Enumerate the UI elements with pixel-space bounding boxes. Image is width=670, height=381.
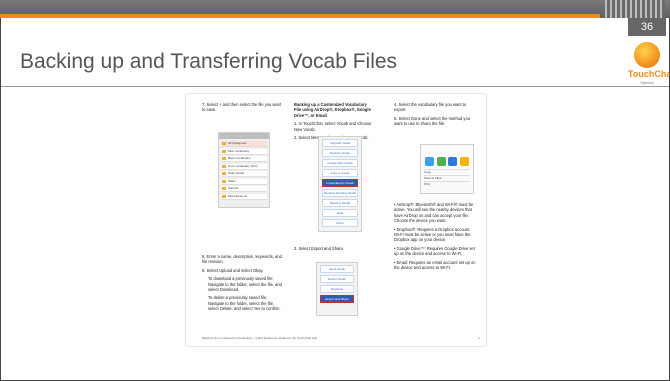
file-row: Misc vocabulary [221,148,267,155]
share-item: Send Vocab [320,265,354,273]
doc-bullet-airdrop: • AirDrop®: Bluetooth® and Wi-Fi® must b… [394,202,474,224]
page-number-box: 36 [628,18,666,36]
accent-stripe [0,14,600,18]
doc-step-5: 5. Select Done and select the method you… [394,115,471,127]
title-divider [0,86,670,87]
logo-icon [634,42,660,68]
doc-step-9: 9. Select Upload and select Okay. [202,267,264,273]
file-list-screenshot: All Categories Misc vocabulary Basic voc… [218,132,270,208]
file-row: Sample [221,186,267,192]
doc-step-3-wrap: 3. Select Export and Share. [294,246,374,254]
share-row: Print [424,181,470,187]
share-app-icons [424,157,470,166]
doc-bullet-email: • Email: Requires an email account set u… [394,259,476,271]
file-list-header [219,133,269,139]
doc-step-1: 1. In TouchChat, select Vocab and Choose… [294,121,372,132]
doc-step-8: 8. Enter a name, description, keywords, … [202,254,282,265]
share-item: Duplicate [320,285,354,293]
menu-item-highlighted: Import/Export Vocab [322,179,358,187]
page-number: 36 [640,21,654,33]
file-row: Miscellaneous [221,193,267,200]
decorative-stripes [605,0,665,18]
touchchat-logo: TouchChat Speech [628,40,670,90]
slide-border-left [0,18,1,381]
slide-title: Backing up and Transferring Vocab Files [20,50,398,73]
slide: 36 Backing up and Transferring Vocab Fil… [0,0,670,381]
share-item: Export Vocab [320,275,354,283]
share-sheet-screenshot: Copy Save to Files Print [420,144,474,194]
file-row: Core vocabulary (first) [221,163,267,170]
menu-item: Upgrade Vocab [322,139,358,147]
share-item-highlighted: Export and Share [320,295,354,303]
doc-column-1-lower: 8. Enter a name, description, keywords, … [202,254,282,315]
doc-step-4: 4. Select the vocabulary file you want t… [394,102,467,113]
menu-item: Copy a Vocab [322,169,358,177]
doc-column-3: 4. Select the vocabulary file you want t… [394,102,476,130]
doc-note-delete: To delete a previously saved file: Navig… [208,295,281,312]
menu-item: Restore Vocab [322,149,358,157]
share-screenshot: Send Vocab Export Vocab Duplicate Export… [316,262,358,316]
file-row: All Categories [221,141,267,147]
doc-step-7: 7. Select + and then select the file you… [202,102,282,113]
doc-bullet-drive: • Google Drive™: Requires Google Drive s… [394,245,475,257]
doc-footer-page: 2 [478,336,480,340]
messages-icon [436,157,446,166]
logo-sub: Speech [640,80,654,85]
airdrop-icon [425,157,435,166]
menu-item: Create New Vocab [322,159,358,167]
mail-icon [448,157,458,166]
doc-column-1: 7. Select + and then select the file you… [202,102,282,116]
file-row: Daily Needs [221,171,267,177]
doc-heading: Backing up a Customized Vocabulary File … [294,102,371,118]
menu-item: Rename Existing Vocab [322,189,358,197]
doc-bullets: • AirDrop®: Bluetooth® and Wi-Fi® must b… [394,202,476,273]
doc-bullet-dropbox: • Dropbox®: Requires a Dropbox account. … [394,226,471,243]
document-image: 7. Select + and then select the file you… [186,94,486,346]
doc-footer-left: Backing Up a Customized Vocabulary – Qui… [202,336,318,340]
menu-item: Delete A Vocab [322,199,358,207]
menu-screenshot: Upgrade Vocab Restore Vocab Create New V… [318,136,362,232]
menu-item: Help [322,209,358,217]
logo-name: TouchChat [628,69,670,79]
doc-note-download: To download a previously saved file: Nav… [208,276,282,293]
menu-item: Done [322,219,358,227]
file-row: Water [221,178,267,185]
file-row: Basic vocabulary [221,156,267,162]
drive-icon [459,157,469,166]
doc-step-3: 3. Select Export and Share. [294,246,345,251]
